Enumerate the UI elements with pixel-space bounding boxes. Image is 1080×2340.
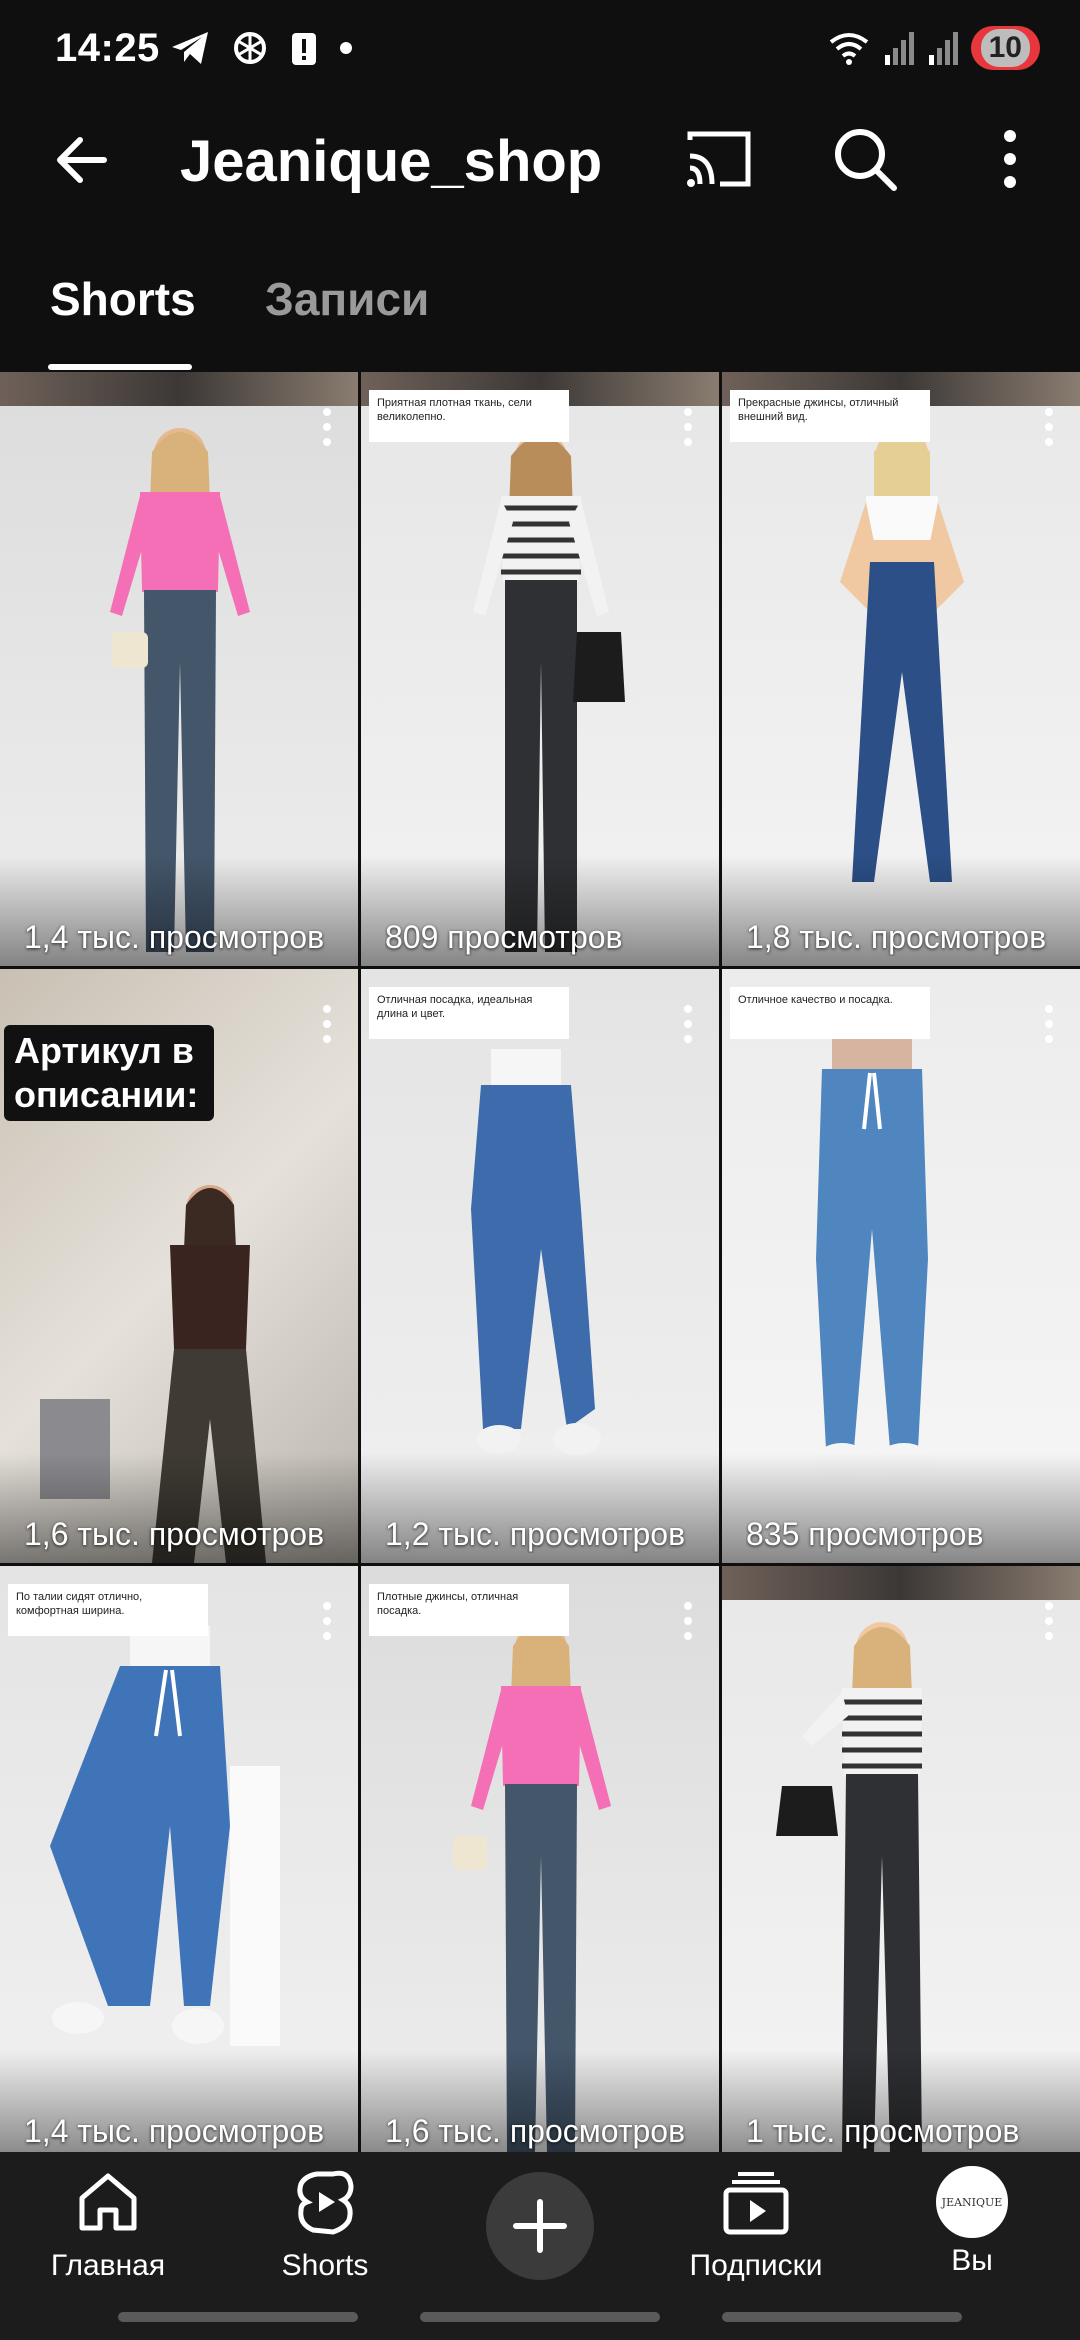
shorts-icon <box>297 2170 354 2235</box>
plus-icon <box>513 2199 567 2253</box>
notification-icons <box>170 28 354 68</box>
signal-icon <box>884 32 914 65</box>
tile-more-icon[interactable] <box>1040 1602 1058 1652</box>
thumbnail-caption: Отличная посадка, идеальная длина и цвет… <box>369 987 569 1039</box>
short-tile-2[interactable]: Приятная плотная ткань, сели великолепно… <box>361 372 719 966</box>
short-tile-1[interactable]: 1,4 тыс. просмотров <box>0 372 358 966</box>
short-tile-7[interactable]: По талии сидят отлично, комфортная ширин… <box>0 1566 358 2152</box>
channel-header: Jeanique_shop <box>0 100 1080 220</box>
nav-home-label: Главная <box>50 2249 166 2282</box>
tile-more-icon[interactable] <box>679 408 697 458</box>
notification-count: 10 <box>980 29 1030 67</box>
more-vertical-icon[interactable] <box>990 124 1030 194</box>
thumbnail-caption: Прекрасные джинсы, отличный внешний вид. <box>730 390 930 442</box>
thumbnail-caption: Отличное качество и посадка. <box>730 987 930 1039</box>
tile-more-icon[interactable] <box>318 408 336 458</box>
nav-home[interactable]: Главная <box>8 2166 208 2283</box>
telegram-icon <box>172 32 208 64</box>
short-tile-3[interactable]: Прекрасные джинсы, отличный внешний вид.… <box>722 372 1080 966</box>
nav-you[interactable]: JEANIQUE Вы <box>872 2166 1072 2278</box>
system-icons: 10 <box>827 26 1040 70</box>
wifi-icon <box>829 33 868 65</box>
thumbnail-strip <box>722 1566 1080 1600</box>
notification-count-badge: 10 <box>970 26 1040 70</box>
alert-icon <box>292 33 316 65</box>
nav-shorts-label: Shorts <box>281 2249 369 2282</box>
short-tile-6[interactable]: Отличное качество и посадка. 835 просмот… <box>722 969 1080 1563</box>
view-count: 1,8 тыс. просмотров <box>746 919 1047 955</box>
thumbnail-caption: Плотные джинсы, отличная посадка. <box>369 1584 569 1636</box>
nav-subscriptions-label: Подписки <box>689 2249 823 2282</box>
tile-more-icon[interactable] <box>679 1005 697 1055</box>
channel-tabs: Shorts Записи <box>0 250 1080 370</box>
view-count: 809 просмотров <box>385 919 623 955</box>
gesture-bar-segment <box>420 2312 660 2322</box>
signal-icon <box>928 32 958 65</box>
view-count: 1 тыс. просмотров <box>746 2113 1020 2149</box>
back-arrow-icon[interactable] <box>50 128 114 192</box>
short-tile-4[interactable]: Артикул в описании: 1,6 тыс. просмотров <box>0 969 358 1563</box>
view-count: 1,2 тыс. просмотров <box>385 1516 686 1552</box>
article-overlay-label: Артикул в описании: <box>4 1025 214 1121</box>
view-count: 1,4 тыс. просмотров <box>24 2113 325 2149</box>
status-time: 14:25 <box>55 26 160 70</box>
thumbnail-caption: Приятная плотная ткань, сели великолепно… <box>369 390 569 442</box>
tile-more-icon[interactable] <box>318 1602 336 1652</box>
tile-more-icon[interactable] <box>318 1005 336 1055</box>
nav-subscriptions[interactable]: Подписки <box>656 2166 856 2283</box>
subscriptions-icon <box>723 2172 789 2235</box>
bottom-navigation: Главная Shorts Подписки JEANIQUE Вы <box>0 2152 1080 2340</box>
gesture-bar-segment <box>722 2312 962 2322</box>
active-tab-indicator <box>48 364 192 370</box>
chatgpt-icon <box>234 32 266 64</box>
dot-icon <box>340 42 352 54</box>
channel-name: Jeanique_shop <box>180 129 603 194</box>
create-button[interactable] <box>486 2172 594 2280</box>
search-icon[interactable] <box>830 124 900 194</box>
view-count: 835 просмотров <box>746 1516 984 1552</box>
gesture-bar-segment <box>118 2312 358 2322</box>
tile-more-icon[interactable] <box>1040 408 1058 458</box>
cast-icon[interactable] <box>684 126 754 192</box>
tile-more-icon[interactable] <box>679 1602 697 1652</box>
view-count: 1,6 тыс. просмотров <box>385 2113 686 2149</box>
nav-you-label: Вы <box>951 2244 993 2277</box>
home-icon <box>79 2173 137 2231</box>
tab-shorts[interactable]: Shorts <box>50 272 196 326</box>
nav-shorts[interactable]: Shorts <box>225 2166 425 2283</box>
shorts-grid: 1,4 тыс. просмотров Приятная плотная тка… <box>0 372 1080 2152</box>
short-tile-5[interactable]: Отличная посадка, идеальная длина и цвет… <box>361 969 719 1563</box>
thumbnail-strip <box>0 372 358 406</box>
tile-more-icon[interactable] <box>1040 1005 1058 1055</box>
short-tile-8[interactable]: Плотные джинсы, отличная посадка. 1,6 ты… <box>361 1566 719 2152</box>
view-count: 1,4 тыс. просмотров <box>24 919 325 955</box>
thumbnail-caption: По талии сидят отлично, комфортная ширин… <box>8 1584 208 1636</box>
short-tile-9[interactable]: 1 тыс. просмотров <box>722 1566 1080 2152</box>
tab-posts[interactable]: Записи <box>265 272 429 326</box>
status-bar: 14:25 10 <box>0 0 1080 100</box>
avatar: JEANIQUE <box>936 2166 1008 2238</box>
view-count: 1,6 тыс. просмотров <box>24 1516 325 1552</box>
